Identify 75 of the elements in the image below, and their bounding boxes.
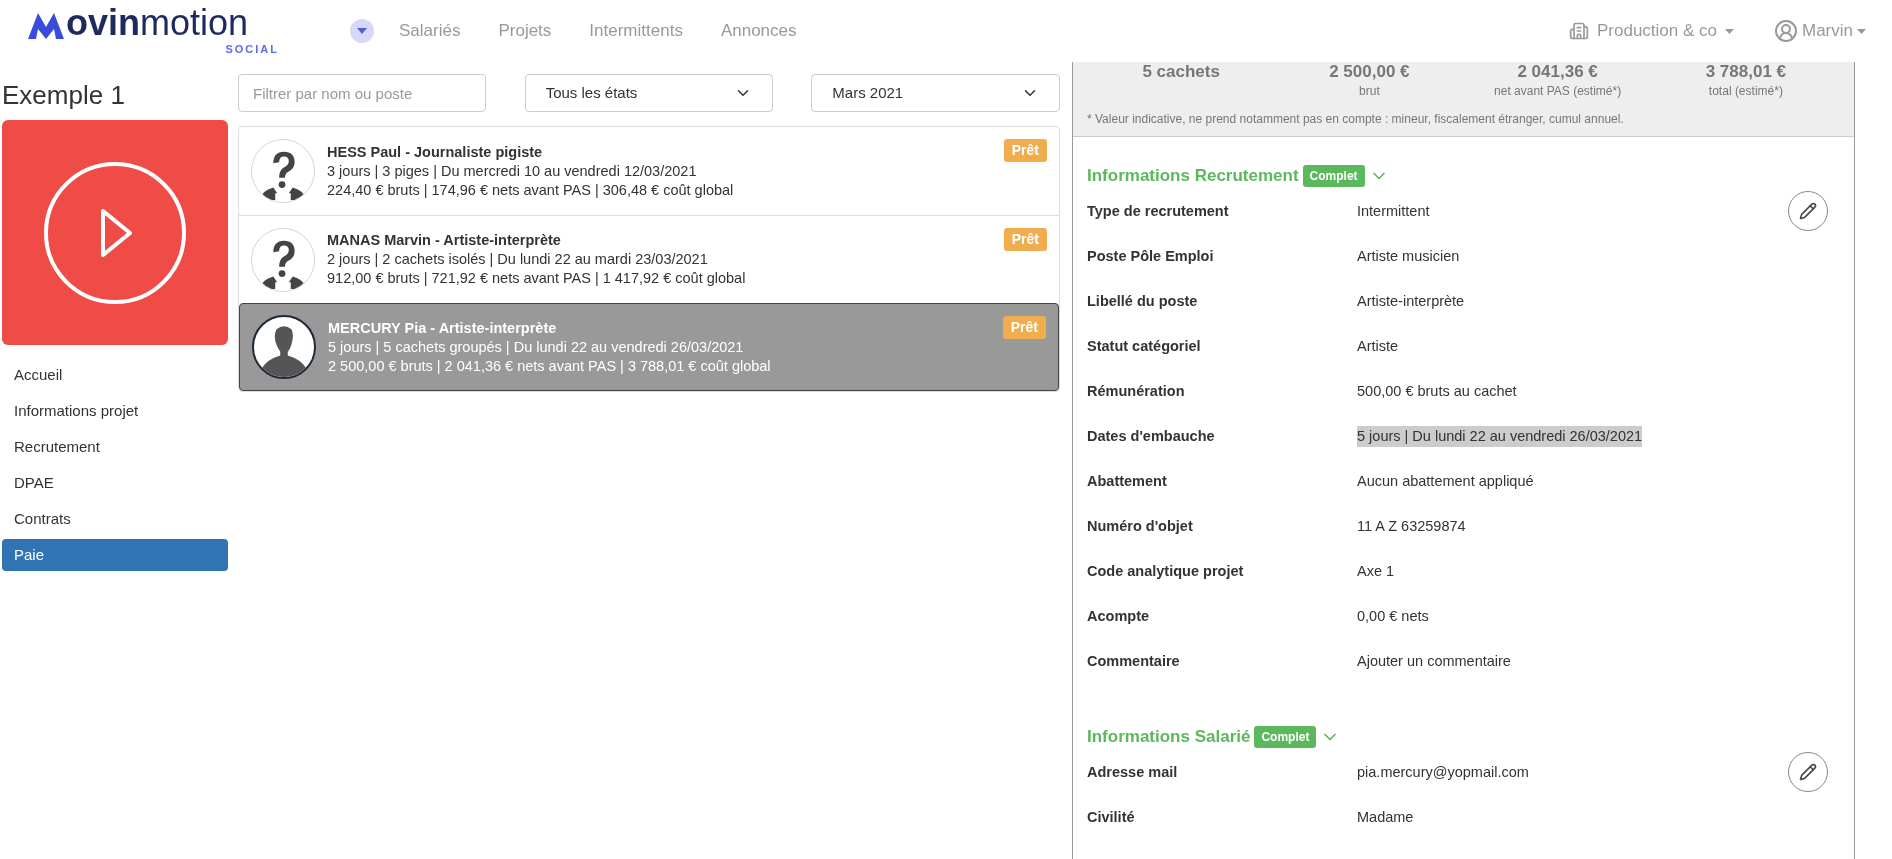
employee-name: HESS Paul - Journaliste pigiste xyxy=(327,142,544,162)
status-badge: Prêt xyxy=(1002,316,1046,339)
field-label: Code analytique projet xyxy=(1087,561,1245,581)
field-value: Madame xyxy=(1357,807,1414,827)
section-title: Informations Recrutement xyxy=(1087,165,1299,188)
caret-icon xyxy=(357,28,367,34)
field-label: Type de recrutement xyxy=(1087,201,1230,221)
user-avatar-icon xyxy=(1774,19,1798,43)
employee-schedule: 3 jours | 3 piges | Du mercredi 10 au vendredi 12/03/2021 xyxy=(327,161,698,181)
state-dropdown[interactable]: Tous les états xyxy=(524,74,774,112)
logo[interactable]: ovinmotion SOCIAL xyxy=(26,4,281,58)
field-value: 11 A Z 63259874 xyxy=(1357,516,1466,536)
field-label: Civilité xyxy=(1087,807,1136,827)
employee-amounts: 2 500,00 € bruts | 2 041,36 € nets avant PAS | 3 788,01 € coût global xyxy=(328,356,772,376)
section-title: Informations Salarié xyxy=(1087,726,1251,749)
field-label: Acompte xyxy=(1087,606,1151,626)
summary-caption: net avant PAS (estimé*) xyxy=(1494,83,1622,100)
summary-value: 5 cachets xyxy=(1142,62,1220,82)
building-icon xyxy=(1568,21,1589,41)
field-value: Aucun abattement appliqué xyxy=(1357,471,1534,491)
field-label: Libellé du poste xyxy=(1087,291,1199,311)
caret-icon xyxy=(1857,28,1866,34)
field-label: Dates d'embauche xyxy=(1087,426,1216,446)
edit-button[interactable] xyxy=(1788,752,1828,792)
complete-badge: Complet xyxy=(1254,726,1317,748)
field-label: Commentaire xyxy=(1087,651,1181,671)
field-value: Ajouter un commentaire xyxy=(1357,651,1511,671)
caret-icon xyxy=(1725,28,1734,34)
field-label: Poste Pôle Emploi xyxy=(1087,246,1215,266)
logo-wordmark: ovinmotion xyxy=(66,4,249,41)
employee-amounts: 224,40 € bruts | 174,96 € nets avant PAS | 306,48 € coût global xyxy=(327,180,735,200)
employee-list-item[interactable]: HESS Paul - Journaliste pigiste 3 jours | 3 piges | Du mercredi 10 au vendredi 12/03/2021 224,40 € bruts | 174,96 € nets avant PAS | 306,48 € coût global Prêt xyxy=(239,127,1059,215)
employee-name: MERCURY Pia - Artiste-interprète xyxy=(328,318,558,338)
sidebar-nav-item[interactable]: Recrutement xyxy=(2,431,228,463)
project-title: Exemple 1 xyxy=(2,82,126,108)
field-value: 5 jours | Du lundi 22 au vendredi 26/03/2021 xyxy=(1357,425,1643,448)
summary-value: 2 500,00 € xyxy=(1329,62,1410,82)
summary-note: * Valeur indicative, ne prend notamment pas en compte : mineur, fiscalement étranger, cumul annuel. xyxy=(1087,111,1625,128)
pencil-icon xyxy=(1799,202,1817,220)
logo-subtitle: SOCIAL xyxy=(225,41,279,57)
sidebar-nav-item[interactable]: Accueil xyxy=(2,359,228,391)
status-badge: Prêt xyxy=(1003,228,1047,251)
edit-button[interactable] xyxy=(1788,191,1828,231)
play-icon xyxy=(43,160,187,305)
field-label: Rémunération xyxy=(1087,381,1186,401)
complete-badge: Complet xyxy=(1302,165,1365,187)
sidebar-nav-item[interactable]: Paie xyxy=(2,539,228,571)
field-label: Abattement xyxy=(1087,471,1168,491)
field-value: Artiste-interprète xyxy=(1357,291,1465,311)
employee-amounts: 912,00 € bruts | 721,92 € nets avant PAS | 1 417,92 € coût global xyxy=(327,269,747,288)
pencil-icon xyxy=(1799,763,1817,781)
employee-name: MANAS Marvin - Artiste-interprète xyxy=(327,231,562,250)
field-value: Intermittent xyxy=(1357,201,1430,221)
sidebar-nav-item[interactable]: Informations projet xyxy=(2,395,228,427)
field-label: Statut catégoriel xyxy=(1087,336,1202,356)
summary-value: 2 041,36 € xyxy=(1517,62,1598,82)
sidebar-nav-item[interactable]: DPAE xyxy=(2,467,228,499)
field-value: pia.mercury@yopmail.com xyxy=(1357,762,1529,782)
field-value: Artiste xyxy=(1357,336,1399,356)
menu-toggle-button[interactable] xyxy=(350,19,374,43)
month-dropdown[interactable]: Mars 2021 xyxy=(811,74,1060,112)
employee-schedule: 5 jours | 5 cachets groupés | Du lundi 22 au vendredi 26/03/2021 xyxy=(328,337,745,357)
field-value: Artiste musicien xyxy=(1357,246,1460,266)
employee-schedule: 2 jours | 2 cachets isolés | Du lundi 22 au mardi 23/03/2021 xyxy=(327,250,709,269)
summary-value: 3 788,01 € xyxy=(1705,62,1787,82)
search-field[interactable]: Filtrer par nom ou poste xyxy=(238,74,486,112)
status-badge: Prêt xyxy=(1003,139,1047,162)
field-label: Numéro d'objet xyxy=(1087,516,1194,536)
summary-caption: brut xyxy=(1359,83,1380,100)
sidebar-nav-item[interactable]: Contrats xyxy=(2,503,228,535)
field-label: Adresse mail xyxy=(1087,762,1179,782)
field-value: Axe 1 xyxy=(1357,561,1395,581)
field-value: 0,00 € nets xyxy=(1357,606,1429,626)
summary-caption: total (estimé*) xyxy=(1708,83,1783,100)
field-value: 500,00 € bruts au cachet xyxy=(1357,381,1517,401)
